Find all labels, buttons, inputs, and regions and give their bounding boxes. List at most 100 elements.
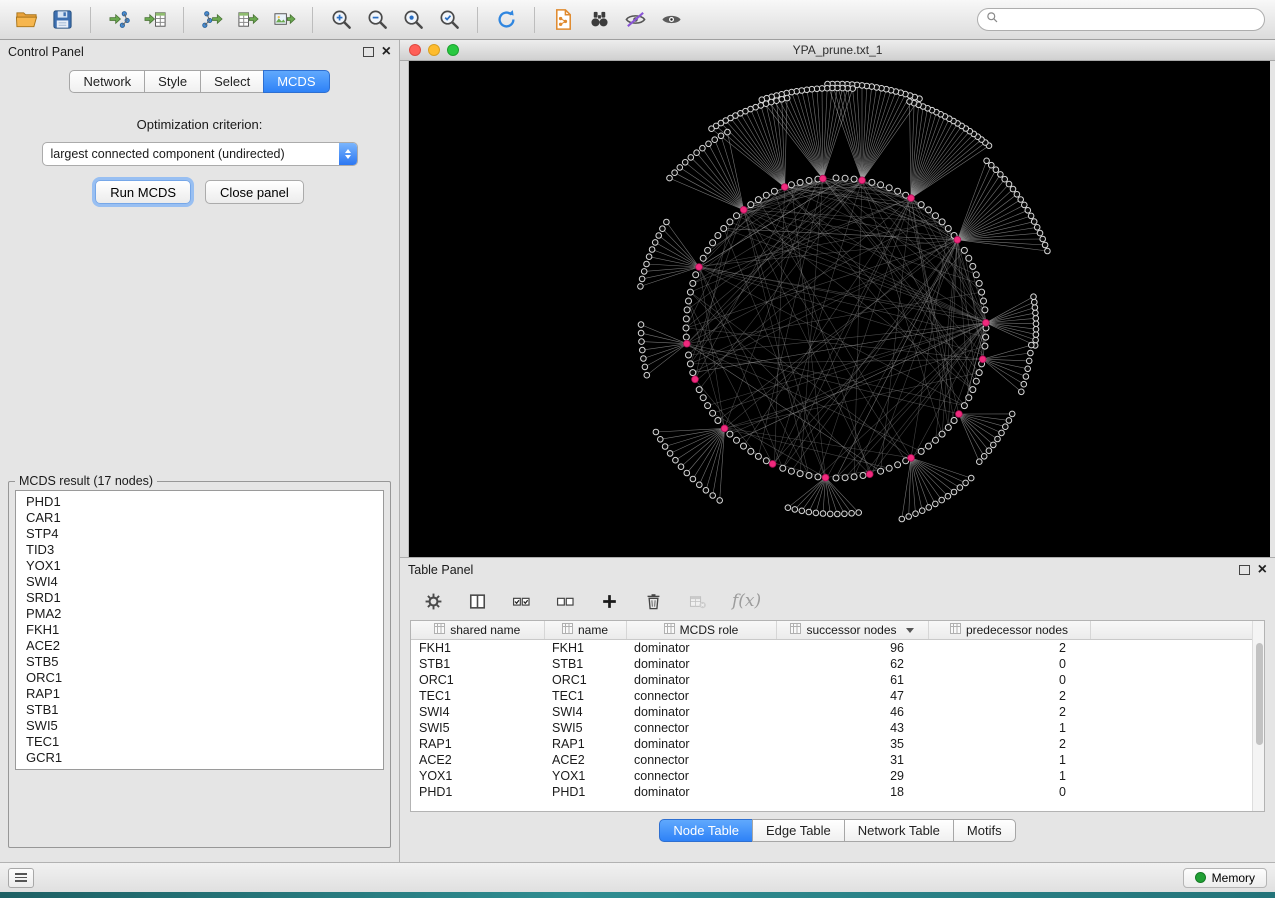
network-file-button[interactable] xyxy=(547,4,579,36)
table-tab-network-table[interactable]: Network Table xyxy=(844,819,954,842)
column-header-successor-nodes[interactable]: successor nodes xyxy=(776,621,928,640)
tab-select[interactable]: Select xyxy=(200,70,264,93)
close-panel-icon[interactable]: × xyxy=(382,44,391,60)
select-all-button[interactable] xyxy=(512,592,531,611)
apply-layout-button[interactable] xyxy=(490,4,522,36)
table-scrollbar[interactable] xyxy=(1252,621,1264,811)
table-row[interactable]: YOX1YOX1connector291 xyxy=(411,768,1253,784)
table-row[interactable]: TEC1TEC1connector472 xyxy=(411,688,1253,704)
mcds-result-item[interactable]: STP4 xyxy=(16,526,383,542)
mcds-result-item[interactable]: STB1 xyxy=(16,702,383,718)
import-network-button[interactable] xyxy=(103,4,135,36)
float-panel-icon[interactable] xyxy=(1239,565,1250,575)
cell-filler xyxy=(1090,736,1253,752)
save-session-button[interactable] xyxy=(46,4,78,36)
export-table-icon xyxy=(237,8,260,31)
cell: connector xyxy=(626,752,776,768)
table-row[interactable]: SWI5SWI5connector431 xyxy=(411,720,1253,736)
find-network-button[interactable] xyxy=(583,4,615,36)
desktop-background-strip xyxy=(0,892,1275,898)
table-tab-node-table[interactable]: Node Table xyxy=(659,819,753,842)
mcds-result-list: PHD1CAR1STP4TID3YOX1SWI4SRD1PMA2FKH1ACE2… xyxy=(15,490,384,770)
table-row[interactable]: SWI4SWI4dominator462 xyxy=(411,704,1253,720)
column-header-shared-name[interactable]: shared name xyxy=(411,621,544,640)
float-panel-icon[interactable] xyxy=(363,47,374,57)
maximize-window-icon[interactable] xyxy=(447,44,459,56)
show-columns-button[interactable] xyxy=(468,592,487,611)
export-network-button[interactable] xyxy=(196,4,228,36)
run-mcds-button[interactable]: Run MCDS xyxy=(95,180,191,204)
cell: 18 xyxy=(776,784,928,800)
scrollbar-thumb[interactable] xyxy=(1256,643,1263,745)
open-folder-icon xyxy=(15,8,38,31)
mcds-result-item[interactable]: FKH1 xyxy=(16,622,383,638)
cell: dominator xyxy=(626,640,776,657)
mcds-result-item[interactable]: YOX1 xyxy=(16,558,383,574)
close-panel-icon[interactable]: × xyxy=(1258,562,1267,578)
cell: dominator xyxy=(626,784,776,800)
table-tab-edge-table[interactable]: Edge Table xyxy=(752,819,845,842)
refresh-icon xyxy=(495,8,518,31)
add-column-button[interactable] xyxy=(600,592,619,611)
import-table-icon xyxy=(144,8,167,31)
table-row[interactable]: STB1STB1dominator620 xyxy=(411,656,1253,672)
mcds-result-item[interactable]: STB5 xyxy=(16,654,383,670)
zoom-fit-icon xyxy=(402,8,425,31)
table-row[interactable]: ACE2ACE2connector311 xyxy=(411,752,1253,768)
cell: 0 xyxy=(928,656,1090,672)
panel-menu-button[interactable] xyxy=(8,868,34,888)
optimization-criterion-select[interactable]: largest connected component (undirected) xyxy=(42,142,358,166)
mcds-result-item[interactable]: RAP1 xyxy=(16,686,383,702)
zoom-fit-button[interactable] xyxy=(397,4,429,36)
tab-network[interactable]: Network xyxy=(69,70,145,93)
delete-column-button[interactable] xyxy=(644,592,663,611)
toolbar-separator xyxy=(183,7,184,33)
hide-selected-button[interactable] xyxy=(619,4,651,36)
import-table-button[interactable] xyxy=(139,4,171,36)
memory-button[interactable]: Memory xyxy=(1183,868,1267,888)
column-header-MCDS-role[interactable]: MCDS role xyxy=(626,621,776,640)
cell: ORC1 xyxy=(411,672,544,688)
close-window-icon[interactable] xyxy=(409,44,421,56)
toolbar-separator xyxy=(90,7,91,33)
table-tab-motifs[interactable]: Motifs xyxy=(953,819,1016,842)
table-row[interactable]: RAP1RAP1dominator352 xyxy=(411,736,1253,752)
mcds-result-item[interactable]: TEC1 xyxy=(16,734,383,750)
cell: FKH1 xyxy=(544,640,626,657)
delete-table-icon xyxy=(688,592,707,611)
tab-style[interactable]: Style xyxy=(144,70,201,93)
mcds-result-item[interactable]: TID3 xyxy=(16,542,383,558)
cell: 1 xyxy=(928,752,1090,768)
unchecked-boxes-icon xyxy=(556,592,575,611)
minimize-window-icon[interactable] xyxy=(428,44,440,56)
export-table-button[interactable] xyxy=(232,4,264,36)
column-header-predecessor-nodes[interactable]: predecessor nodes xyxy=(928,621,1090,640)
zoom-selected-button[interactable] xyxy=(433,4,465,36)
table-row[interactable]: ORC1ORC1dominator610 xyxy=(411,672,1253,688)
zoom-in-button[interactable] xyxy=(325,4,357,36)
mcds-result-item[interactable]: GCR1 xyxy=(16,750,383,766)
unselect-all-button[interactable] xyxy=(556,592,575,611)
mcds-result-item[interactable]: CAR1 xyxy=(16,510,383,526)
mcds-result-item[interactable]: SWI4 xyxy=(16,574,383,590)
cell: ACE2 xyxy=(544,752,626,768)
mcds-result-item[interactable]: SRD1 xyxy=(16,590,383,606)
table-row[interactable]: FKH1FKH1dominator962 xyxy=(411,640,1253,657)
mcds-result-item[interactable]: PMA2 xyxy=(16,606,383,622)
table-row[interactable]: PHD1PHD1dominator180 xyxy=(411,784,1253,800)
status-bar: Memory xyxy=(0,862,1275,892)
network-view[interactable] xyxy=(409,61,1270,558)
mcds-result-item[interactable]: SWI5 xyxy=(16,718,383,734)
open-file-button[interactable] xyxy=(10,4,42,36)
table-settings-button[interactable] xyxy=(424,592,443,611)
mcds-result-item[interactable]: PHD1 xyxy=(16,494,383,510)
close-panel-button[interactable]: Close panel xyxy=(205,180,304,204)
search-input[interactable] xyxy=(1004,12,1256,28)
zoom-out-button[interactable] xyxy=(361,4,393,36)
mcds-result-item[interactable]: ORC1 xyxy=(16,670,383,686)
export-image-button[interactable] xyxy=(268,4,300,36)
column-header-name[interactable]: name xyxy=(544,621,626,640)
tab-mcds[interactable]: MCDS xyxy=(263,70,329,93)
show-hidden-button[interactable] xyxy=(655,4,687,36)
mcds-result-item[interactable]: ACE2 xyxy=(16,638,383,654)
